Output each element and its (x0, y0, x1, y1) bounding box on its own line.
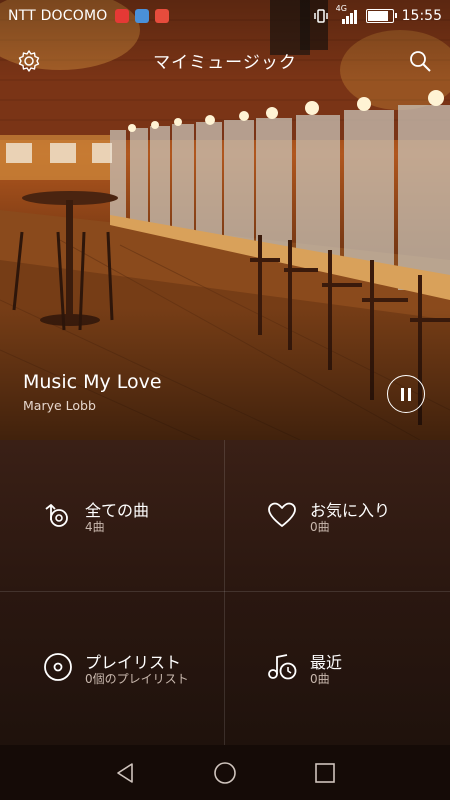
gear-icon[interactable] (17, 49, 41, 73)
back-icon[interactable] (113, 761, 137, 785)
favorites-tile[interactable]: お気に入り 0曲 (225, 440, 450, 592)
recent-music-icon (268, 654, 297, 680)
page-title: マイミュージック (153, 52, 297, 73)
battery-icon (365, 9, 397, 23)
all-songs-count: 4曲 (85, 520, 105, 534)
pause-icon-bar (408, 387, 411, 401)
clock: 15:55 (401, 8, 442, 24)
now-playing-artist: Marye Lobb (23, 398, 96, 413)
pause-button[interactable] (387, 375, 425, 413)
heart-icon (268, 502, 296, 527)
pause-icon (401, 387, 404, 401)
playlists-count: 0個のプレイリスト (85, 672, 189, 686)
now-playing-title[interactable]: Music My Love (23, 371, 162, 393)
app-header: マイミュージック (0, 40, 450, 80)
vibrate-icon (313, 9, 328, 23)
library-grid: 全ての曲 4曲 お気に入り 0曲 プレイリスト 0個のプレイリスト 最近 0曲 (0, 440, 450, 745)
recent-tile[interactable]: 最近 0曲 (225, 592, 450, 744)
recent-count: 0曲 (310, 672, 330, 686)
video-app-icon (155, 9, 170, 23)
shuffle-note-icon (45, 504, 68, 527)
signal-icon: 4G (336, 4, 358, 24)
recents-icon[interactable] (313, 761, 337, 785)
playlists-tile[interactable]: プレイリスト 0個のプレイリスト (0, 592, 225, 744)
favorites-count: 0曲 (310, 520, 330, 534)
notification-icons (115, 9, 170, 23)
disc-icon (44, 653, 72, 681)
home-icon[interactable] (213, 761, 237, 785)
music-app-icon (115, 9, 130, 23)
all-songs-tile[interactable]: 全ての曲 4曲 (0, 440, 225, 592)
status-bar: NTT DOCOMO 4G 15:55 (0, 0, 450, 32)
carrier-name: NTT DOCOMO (8, 8, 108, 24)
gallery-app-icon (135, 9, 150, 23)
search-icon[interactable] (408, 49, 432, 73)
system-nav-bar (0, 745, 450, 800)
signal-bars-icon (341, 10, 357, 24)
